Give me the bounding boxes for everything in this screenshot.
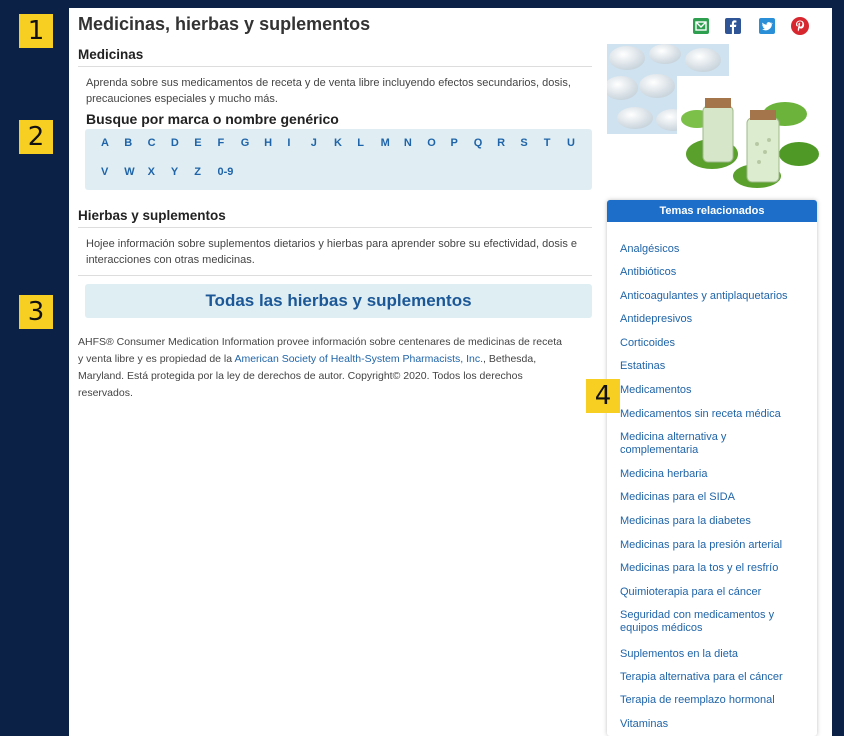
content-page: Medicinas, hierbas y suplementos Medicin… — [69, 8, 832, 736]
related-topic-link[interactable]: Analgésicos — [620, 243, 805, 256]
copyright-notice: AHFS® Consumer Medication Information pr… — [78, 334, 568, 402]
letter-link[interactable]: I — [287, 137, 290, 149]
letter-link[interactable]: M — [381, 137, 390, 149]
search-by-name-heading: Busque por marca o nombre genérico — [86, 111, 339, 127]
pills-herbs-photo — [604, 44, 819, 194]
facebook-icon — [730, 20, 737, 34]
letter-link[interactable]: H — [264, 137, 272, 149]
related-topic-link[interactable]: Antidepresivos — [620, 313, 805, 326]
letter-link[interactable]: C — [148, 137, 156, 149]
twitter-share-button[interactable] — [759, 18, 775, 34]
related-topic-link[interactable]: Medicinas para la tos y el resfrío — [620, 562, 805, 575]
letter-link[interactable]: Q — [474, 137, 483, 149]
letter-link[interactable]: J — [311, 137, 317, 149]
divider — [78, 66, 592, 67]
letter-link[interactable]: D — [171, 137, 179, 149]
letter-link[interactable]: Y — [171, 166, 178, 178]
related-topic-link[interactable]: Medicinas para la diabetes — [620, 515, 805, 528]
letter-link[interactable]: V — [101, 166, 108, 178]
letter-link[interactable]: T — [544, 137, 551, 149]
pinterest-share-button[interactable] — [791, 17, 809, 35]
facebook-share-button[interactable] — [725, 18, 741, 34]
related-topic-link[interactable]: Seguridad con medicamentos y equipos méd… — [620, 609, 805, 635]
letter-link[interactable]: A — [101, 137, 109, 149]
callout-marker-1: 1 — [19, 14, 53, 48]
letter-link[interactable]: B — [124, 137, 132, 149]
callout-marker-4: 4 — [586, 379, 620, 413]
callout-marker-3: 3 — [19, 295, 53, 329]
twitter-icon — [762, 22, 773, 31]
letter-link[interactable]: E — [194, 137, 201, 149]
letter-link[interactable]: K — [334, 137, 342, 149]
related-topic-link[interactable]: Corticoides — [620, 337, 805, 350]
related-topic-link[interactable]: Terapia de reemplazo hormonal — [620, 694, 805, 707]
letter-link[interactable]: S — [520, 137, 527, 149]
medicinas-heading: Medicinas — [78, 47, 144, 62]
related-topic-link[interactable]: Estatinas — [620, 360, 805, 373]
all-herbs-supplements-button[interactable]: Todas las hierbas y suplementos — [85, 284, 592, 318]
letter-link[interactable]: U — [567, 137, 575, 149]
related-topic-link[interactable]: Medicinas para el SIDA — [620, 491, 805, 504]
related-topics-panel: Temas relacionados Analgésicos Antibiótic… — [607, 200, 817, 736]
hierbas-heading: Hierbas y suplementos — [78, 208, 226, 223]
related-topics-heading: Temas relacionados — [607, 200, 817, 222]
letter-link[interactable]: R — [497, 137, 505, 149]
related-topic-link[interactable]: Anticoagulantes y antiplaquetarios — [620, 290, 805, 303]
medicinas-description: Aprenda sobre sus medicamentos de receta… — [86, 77, 571, 105]
divider — [78, 227, 592, 228]
letter-link[interactable]: W — [124, 166, 134, 178]
related-topic-link[interactable]: Vitaminas — [620, 718, 805, 731]
alphabet-index: A B C D E F G H I J K L M N O P Q R S T U V W X Y Z 0-9 — [85, 129, 592, 190]
hierbas-description: Hojee información sobre suplementos diet… — [86, 238, 577, 266]
email-icon — [695, 21, 707, 31]
letter-link[interactable]: N — [404, 137, 412, 149]
letter-link[interactable]: X — [148, 166, 155, 178]
email-share-button[interactable] — [693, 18, 709, 34]
related-topic-link[interactable]: Medicina alternativa y complementaria — [620, 431, 805, 457]
related-topic-link[interactable]: Terapia alternativa para el cáncer — [620, 671, 805, 684]
letter-link[interactable]: L — [357, 137, 364, 149]
related-topic-link[interactable]: Medicina herbaria — [620, 468, 805, 481]
letter-link[interactable]: 0-9 — [218, 166, 234, 178]
related-topic-link[interactable]: Medicamentos — [620, 384, 805, 397]
related-topic-link[interactable]: Antibióticos — [620, 266, 805, 279]
letter-link[interactable]: G — [241, 137, 250, 149]
callout-marker-2: 2 — [19, 120, 53, 154]
related-topic-link[interactable]: Medicamentos sin receta médica — [620, 408, 805, 421]
page-title: Medicinas, hierbas y suplementos — [78, 14, 371, 34]
related-topic-link[interactable]: Medicinas para la presión arterial — [620, 539, 805, 552]
related-topic-link[interactable]: Suplementos en la dieta — [620, 648, 805, 661]
letter-link[interactable]: Z — [194, 166, 201, 178]
letter-link[interactable]: F — [218, 137, 225, 149]
divider — [78, 275, 592, 276]
ashp-link[interactable]: American Society of Health-System Pharma… — [234, 353, 483, 365]
pinterest-icon — [796, 20, 805, 32]
letter-link[interactable]: O — [427, 137, 436, 149]
letter-link[interactable]: P — [451, 137, 458, 149]
related-topic-link[interactable]: Quimioterapia para el cáncer — [620, 586, 805, 599]
